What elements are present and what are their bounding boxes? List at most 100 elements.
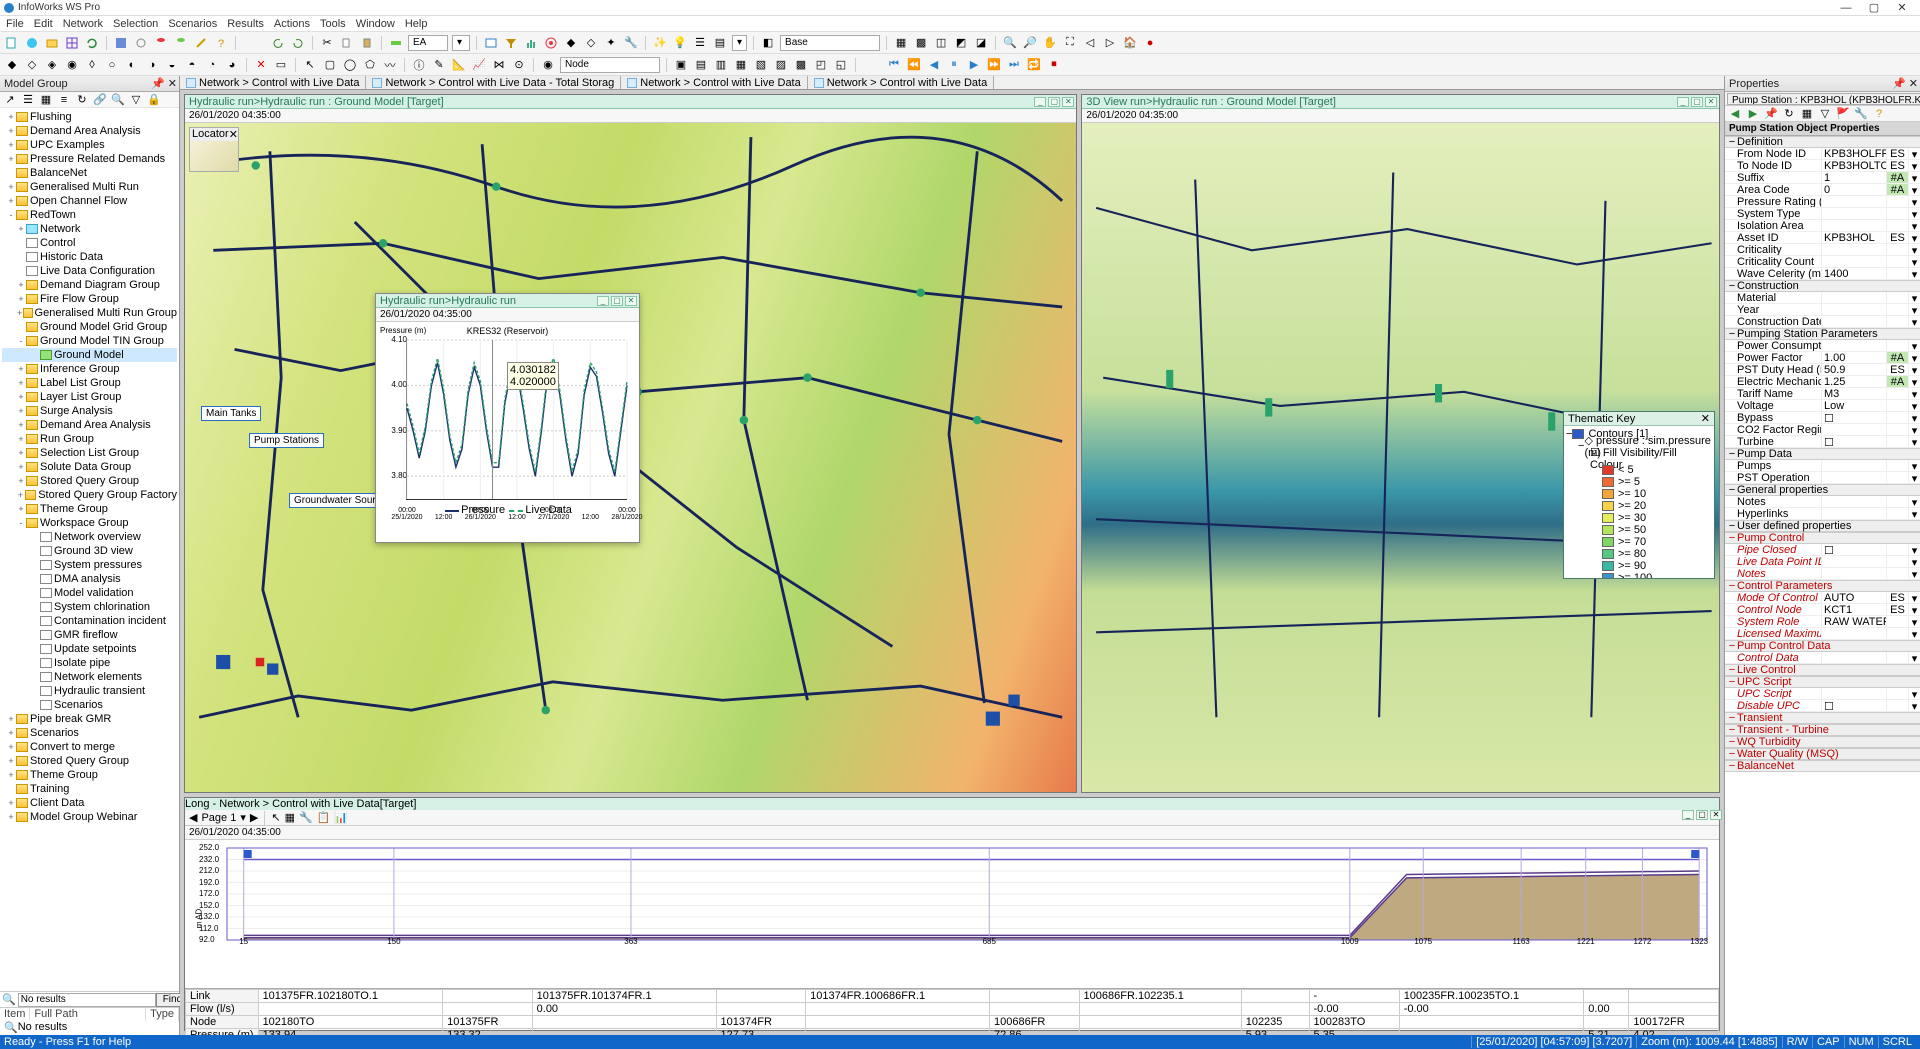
- tb-wand-icon[interactable]: [193, 35, 209, 51]
- menu-file[interactable]: File: [6, 18, 24, 30]
- menu-window[interactable]: Window: [356, 18, 395, 30]
- tb-new-icon[interactable]: [4, 35, 20, 51]
- tb-layers-icon[interactable]: ☰: [692, 35, 708, 51]
- tb2-l-icon[interactable]: ◕: [224, 57, 240, 73]
- tb-target-icon[interactable]: [543, 35, 559, 51]
- menu-results[interactable]: Results: [227, 18, 264, 30]
- tb2-n2-icon[interactable]: ▤: [693, 57, 709, 73]
- tb2-info-icon[interactable]: ⓘ: [411, 57, 427, 73]
- prop-help-icon[interactable]: ?: [1871, 106, 1887, 122]
- tree-item[interactable]: +Generalised Multi Run: [2, 180, 177, 194]
- tree-item[interactable]: +Demand Area Analysis: [2, 418, 177, 432]
- long-max-icon[interactable]: ▢: [1696, 810, 1708, 820]
- long-table-icon[interactable]: ▦: [285, 811, 295, 824]
- menu-help[interactable]: Help: [405, 18, 428, 30]
- long-next-icon[interactable]: ▶: [250, 811, 258, 824]
- tb2-n7-icon[interactable]: ▩: [793, 57, 809, 73]
- tb-db-green-icon[interactable]: [173, 35, 189, 51]
- tb-home-icon[interactable]: 🏠: [1122, 35, 1138, 51]
- tb2-d-icon[interactable]: ◉: [64, 57, 80, 73]
- tree-item[interactable]: Training: [2, 782, 177, 796]
- properties-object-select[interactable]: Pump Station : KPB3HOL (KPB3HOLFR.KPB3HO…: [1727, 93, 1920, 105]
- tb-tool-c-icon[interactable]: ◫: [933, 35, 949, 51]
- tree-item[interactable]: +Client Data: [2, 796, 177, 810]
- tree-item[interactable]: +Network: [2, 222, 177, 236]
- tb2-n4-icon[interactable]: ▦: [733, 57, 749, 73]
- prop-flag-icon[interactable]: 🚩: [1835, 106, 1851, 122]
- doc-tab-4[interactable]: Network > Control with Live Data: [808, 76, 994, 89]
- tb2-pump-icon[interactable]: ⊙: [511, 57, 527, 73]
- chart-close-icon[interactable]: ✕: [625, 296, 637, 306]
- long-prev-icon[interactable]: ◀: [189, 811, 197, 824]
- tb2-n6-icon[interactable]: ▨: [773, 57, 789, 73]
- tb2-nodetype-icon[interactable]: ◉: [540, 57, 556, 73]
- mg-filter-icon[interactable]: ▽: [128, 92, 144, 108]
- close-button[interactable]: ✕: [1888, 1, 1916, 14]
- tb-zoom-out-icon[interactable]: 🔎: [1022, 35, 1038, 51]
- tb-zoom-in-icon[interactable]: 🔍: [1002, 35, 1018, 51]
- minimize-button[interactable]: —: [1832, 2, 1860, 14]
- tb2-i-icon[interactable]: ◒: [164, 57, 180, 73]
- tree-item[interactable]: Control: [2, 236, 177, 250]
- tb-save-icon[interactable]: [113, 35, 129, 51]
- mg-list-icon[interactable]: ≡: [56, 92, 72, 108]
- tb-next-icon[interactable]: ▷: [1102, 35, 1118, 51]
- 3d-close-icon[interactable]: ✕: [1705, 97, 1717, 107]
- panel-pin-icon[interactable]: 📌 ✕: [151, 77, 177, 90]
- tb2-g-icon[interactable]: ◐: [124, 57, 140, 73]
- tree-item[interactable]: Live Data Configuration: [2, 264, 177, 278]
- tb-tool-a-icon[interactable]: ▦: [893, 35, 909, 51]
- tb-record-icon[interactable]: ●: [1142, 35, 1158, 51]
- tb-scenario-icon[interactable]: ◧: [760, 35, 776, 51]
- tree-item[interactable]: +Run Group: [2, 432, 177, 446]
- tb-prev-icon[interactable]: ◁: [1082, 35, 1098, 51]
- tree-item[interactable]: +Inference Group: [2, 362, 177, 376]
- tb-light-icon[interactable]: 💡: [672, 35, 688, 51]
- tb-globe-icon[interactable]: [24, 35, 40, 51]
- long-export-icon[interactable]: 📋: [317, 811, 331, 824]
- doc-tab-3[interactable]: Network > Control with Live Data: [621, 76, 807, 89]
- tree-item[interactable]: Contamination incident: [2, 614, 177, 628]
- tb-filter-icon[interactable]: [503, 35, 519, 51]
- tb2-c-icon[interactable]: ◈: [44, 57, 60, 73]
- tb-tool-b-icon[interactable]: ▩: [913, 35, 929, 51]
- tree-item[interactable]: +Generalised Multi Run Group: [2, 306, 177, 320]
- properties-pin-icon[interactable]: 📌 ✕: [1892, 77, 1918, 90]
- tree-item[interactable]: GMR fireflow: [2, 628, 177, 642]
- long-min-icon[interactable]: _: [1682, 810, 1694, 820]
- tree-item[interactable]: Scenarios: [2, 698, 177, 712]
- menu-edit[interactable]: Edit: [34, 18, 53, 30]
- maximize-button[interactable]: ▢: [1860, 1, 1888, 14]
- tb2-f-icon[interactable]: ○: [104, 57, 120, 73]
- play-first-icon[interactable]: ⏮: [886, 57, 902, 73]
- tb2-a-icon[interactable]: ◆: [4, 57, 20, 73]
- tb-layer-vis-icon[interactable]: [388, 35, 404, 51]
- tree-item[interactable]: Update setpoints: [2, 642, 177, 656]
- tb-copy-icon[interactable]: [339, 35, 355, 51]
- map-min-icon[interactable]: _: [1034, 97, 1046, 107]
- play-loop-icon[interactable]: 🔁: [1026, 57, 1042, 73]
- prop-wrench-icon[interactable]: 🔧: [1853, 106, 1869, 122]
- prop-table-icon[interactable]: ▦: [1799, 106, 1815, 122]
- tb2-n3-icon[interactable]: ▥: [713, 57, 729, 73]
- tb-stack-dd[interactable]: ▾: [732, 35, 747, 51]
- map-canvas[interactable]: Locator✕ Main Tanks Pump Stations Ground…: [185, 123, 1076, 792]
- tb2-del-icon[interactable]: ✕: [253, 57, 269, 73]
- menu-actions[interactable]: Actions: [274, 18, 310, 30]
- 3d-min-icon[interactable]: _: [1677, 97, 1689, 107]
- tree-item[interactable]: +UPC Examples: [2, 138, 177, 152]
- tb-extent-icon[interactable]: ⛶: [1062, 35, 1078, 51]
- tree-item[interactable]: +Label List Group: [2, 376, 177, 390]
- doc-tab-2[interactable]: Network > Control with Live Data - Total…: [366, 76, 621, 89]
- tree-item[interactable]: +Demand Area Analysis: [2, 124, 177, 138]
- tb2-select-icon[interactable]: ▢: [322, 57, 338, 73]
- prop-refresh-icon[interactable]: ↻: [1781, 106, 1797, 122]
- doc-tab-1[interactable]: Network > Control with Live Data: [180, 76, 366, 89]
- menu-tools[interactable]: Tools: [320, 18, 346, 30]
- tb-layer-dd2[interactable]: ▾: [452, 35, 470, 51]
- mg-up-icon[interactable]: ↗: [2, 92, 18, 108]
- tb-cut-icon[interactable]: ✂: [319, 35, 335, 51]
- tb-scenario-dropdown[interactable]: Base: [780, 35, 880, 51]
- tree-item[interactable]: Ground Model: [2, 348, 177, 362]
- tb2-j-icon[interactable]: ◓: [184, 57, 200, 73]
